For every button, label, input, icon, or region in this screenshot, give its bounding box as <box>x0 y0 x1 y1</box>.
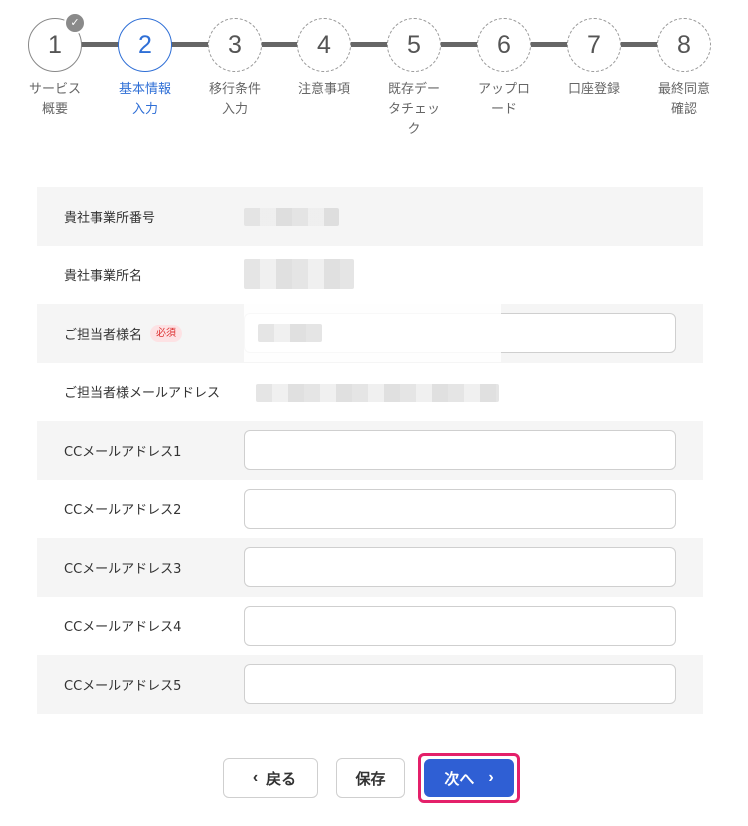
cc-email-1-value <box>244 421 703 480</box>
form-row-cc-email-4: CCメールアドレス4 <box>37 597 703 656</box>
form-row-cc-email-2: CCメールアドレス2 <box>37 480 703 539</box>
office-number-label-text: 貴社事業所番号 <box>64 210 156 226</box>
step-1-circle: 1 ✓ <box>28 12 86 72</box>
cc-email-2-value <box>244 480 703 539</box>
form-row-office-number: 貴社事業所番号 <box>37 187 703 246</box>
contact-name-label-text: ご担当者様名 <box>64 327 143 343</box>
cc-email-3-input[interactable] <box>244 547 676 588</box>
step-4: 4 注意事項 <box>289 18 359 100</box>
form-row-cc-email-1: CCメールアドレス1 <box>37 421 703 480</box>
cc-email-5-label-text: CCメールアドレス5 <box>64 678 182 694</box>
step-6-circle: 6 <box>477 18 531 72</box>
step-7: 7 口座登録 <box>559 18 629 100</box>
contact-email-label: ご担当者様メールアドレス <box>37 382 244 401</box>
cc-email-3-label: CCメールアドレス3 <box>37 558 244 577</box>
cc-email-4-value <box>244 597 703 656</box>
contact-name-label: ご担当者様名 必須 <box>37 324 244 343</box>
step-8: 8 最終同意 確認 <box>649 18 719 120</box>
step-8-number: 8 <box>677 30 691 59</box>
step-1-label: サービス 概要 <box>28 82 81 117</box>
save-button-label: 保存 <box>355 770 386 788</box>
cc-email-5-input[interactable] <box>244 664 676 705</box>
redacted-value <box>256 383 499 402</box>
redacted-value <box>244 208 339 226</box>
cc-email-4-label: CCメールアドレス4 <box>37 616 244 635</box>
step-2-number: 2 <box>138 30 152 59</box>
contact-name-value <box>244 304 703 363</box>
office-name-label-text: 貴社事業所名 <box>64 269 143 285</box>
form-row-contact-name: ご担当者様名 必須 <box>37 304 703 363</box>
step-4-circle: 4 <box>297 18 351 72</box>
step-1: 1 ✓ サービス 概要 <box>20 12 90 120</box>
office-name-value <box>244 246 703 305</box>
step-4-number: 4 <box>317 30 331 59</box>
step-3-number: 3 <box>228 30 242 59</box>
step-5-label: 既存デー タチェッ ク <box>387 82 440 137</box>
step-6-number: 6 <box>497 30 511 59</box>
step-6-label: アップロ ード <box>477 82 530 117</box>
cc-email-2-label: CCメールアドレス2 <box>37 499 244 518</box>
contact-email-label-text: ご担当者様メールアドレス <box>64 386 221 402</box>
next-button[interactable]: 次へ › <box>424 759 514 797</box>
save-button[interactable]: 保存 <box>336 758 405 798</box>
check-icon: ✓ <box>64 12 86 34</box>
form-row-office-name: 貴社事業所名 <box>37 246 703 305</box>
cc-email-4-input[interactable] <box>244 605 676 646</box>
cc-email-5-value <box>244 655 703 714</box>
back-button[interactable]: ‹ 戻る <box>223 758 318 798</box>
step-2: 2 基本情報 入力 <box>110 18 180 120</box>
step-3-circle: 3 <box>208 18 262 72</box>
back-button-label: 戻る <box>266 770 297 788</box>
cc-email-1-label: CCメールアドレス1 <box>37 441 244 460</box>
next-button-label: 次へ <box>444 770 475 788</box>
redacted-value <box>258 324 322 342</box>
office-number-value <box>244 187 703 246</box>
required-badge: 必須 <box>150 324 183 342</box>
step-8-circle: 8 <box>657 18 711 72</box>
step-5-circle: 5 <box>387 18 441 72</box>
cc-email-4-label-text: CCメールアドレス4 <box>64 620 182 636</box>
step-7-circle: 7 <box>567 18 621 72</box>
form-row-cc-email-5: CCメールアドレス5 <box>37 655 703 714</box>
redacted-value <box>244 258 354 289</box>
cc-email-3-label-text: CCメールアドレス3 <box>64 561 182 577</box>
office-name-label: 貴社事業所名 <box>37 265 244 284</box>
cc-email-3-value <box>244 538 703 597</box>
step-5: 5 既存デー タチェッ ク <box>379 18 449 140</box>
cc-email-5-label: CCメールアドレス5 <box>37 675 244 694</box>
step-8-label: 最終同意 確認 <box>657 82 710 117</box>
office-number-label: 貴社事業所番号 <box>37 207 244 226</box>
step-7-label: 口座登録 <box>567 82 620 97</box>
form-row-contact-email: ご担当者様メールアドレス <box>37 363 703 422</box>
step-2-circle: 2 <box>118 18 172 72</box>
cc-email-1-input[interactable] <box>244 430 676 471</box>
step-3: 3 移行条件 入力 <box>200 18 270 120</box>
step-3-label: 移行条件 入力 <box>208 82 261 117</box>
cc-email-1-label-text: CCメールアドレス1 <box>64 444 182 460</box>
step-4-label: 注意事項 <box>297 82 350 97</box>
step-2-label: 基本情報 入力 <box>118 82 171 117</box>
progress-stepper: 1 ✓ サービス 概要 2 基本情報 入力 3 移行条件 入力 4 注意事項 5… <box>0 0 748 150</box>
contact-email-value <box>244 363 703 422</box>
step-5-number: 5 <box>407 30 421 59</box>
step-1-number: 1 <box>48 30 62 59</box>
form-row-cc-email-3: CCメールアドレス3 <box>37 538 703 597</box>
step-7-number: 7 <box>587 30 601 59</box>
step-6: 6 アップロ ード <box>469 18 539 120</box>
cc-email-2-input[interactable] <box>244 488 676 529</box>
chevron-left-icon: ‹ <box>252 769 259 786</box>
cc-email-2-label-text: CCメールアドレス2 <box>64 503 182 519</box>
chevron-right-icon: › <box>488 769 494 786</box>
basic-info-form: 貴社事業所番号 貴社事業所名 ご担当者様名 必須 ご担当者様メールアドレス CC… <box>37 187 703 714</box>
